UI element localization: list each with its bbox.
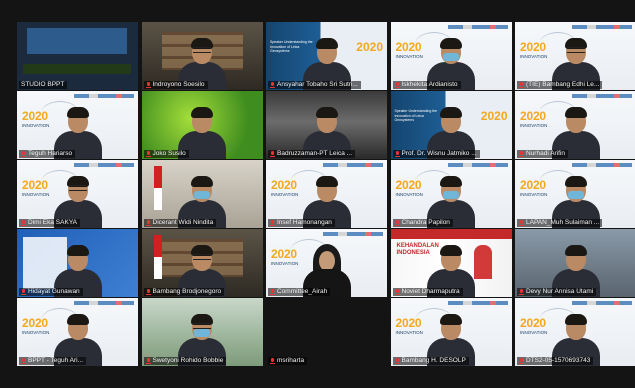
- participant-name-label: Prof. Dr. Wisnu Jatmiko ...: [392, 149, 480, 158]
- participant-name-label: Iskhekita Ardianisto: [392, 80, 461, 89]
- muted-mic-icon: [270, 219, 275, 226]
- muted-mic-icon: [519, 357, 524, 364]
- participant-tile[interactable]: 2020 INNOVATION Nurhadi Arifin: [515, 91, 635, 159]
- muted-mic-icon: [519, 81, 524, 88]
- muted-mic-icon: [519, 288, 524, 295]
- participant-tile[interactable]: Bambang Brodjonegoro: [141, 229, 263, 297]
- participant-tile[interactable]: Joko Susilo: [141, 91, 263, 159]
- participant-tile[interactable]: 2020 INNOVATION Bambang H. DESOLP: [390, 298, 512, 366]
- stage-background: [17, 22, 138, 90]
- participant-tile[interactable]: Devy Nur Annisa Utami: [515, 229, 635, 297]
- muted-mic-icon: [394, 81, 400, 88]
- muted-mic-icon: [145, 357, 151, 364]
- participant-name-label: Committee_Airah: [268, 287, 331, 296]
- participant-tile[interactable]: 2020 INNOVATION LAPAN_Muh Sulaiman ...: [515, 160, 635, 228]
- participant-name-label: Noviet Dharmaputra: [392, 287, 463, 296]
- muted-mic-icon: [145, 288, 151, 295]
- participant-tile[interactable]: STUDIO BPPT: [17, 22, 138, 90]
- muted-mic-icon: [394, 150, 400, 157]
- muted-mic-icon: [21, 357, 26, 364]
- muted-mic-icon: [519, 150, 524, 157]
- participant-tile[interactable]: Hidayat Gunawan: [17, 229, 138, 297]
- participant-tile[interactable]: Speaker Understanding the Innovation of …: [390, 91, 512, 159]
- participant-tile[interactable]: KEHANDALAN INDONESIA Noviet Dharmaputra: [390, 229, 512, 297]
- participant-tile[interactable]: Swetyoni Rohido Bobbie: [141, 298, 263, 366]
- participant-tile[interactable]: 2020 INNOVATION Chandra Papilon: [390, 160, 512, 228]
- muted-mic-icon: [270, 81, 275, 88]
- participant-name-label: Teguh Hariarso: [19, 149, 76, 158]
- participant-tile[interactable]: Indroyono Soesilo: [141, 22, 263, 90]
- participant-name-label: Dimi Eka SAKYA: [19, 218, 81, 227]
- participant-name-label: Joko Susilo: [143, 149, 189, 158]
- muted-mic-icon: [145, 150, 151, 157]
- participant-name-label: DTS2-05-1570693743: [517, 356, 594, 365]
- participant-name-label: Badruzzaman-PT Leica ...: [268, 149, 356, 158]
- participant-name-label: Ansyahar Tobaho Sri Sutri...: [268, 80, 361, 89]
- video-grid: STUDIO BPPT Indroyono Soesilo Speaker Unde…: [17, 22, 635, 366]
- participant-tile[interactable]: Badruzzaman-PT Leica ...: [266, 91, 387, 159]
- muted-mic-icon: [270, 288, 275, 295]
- participant-name-label: BPPT - Teguh Ari...: [19, 356, 87, 365]
- participant-tile[interactable]: msriharta: [266, 298, 387, 366]
- muted-mic-icon: [145, 219, 151, 226]
- participant-name-label: Indroyono Soesilo: [143, 80, 208, 89]
- participant-tile[interactable]: Dicerant Widi Nindita: [141, 160, 263, 228]
- participant-name-label: Bambang H. DESOLP: [392, 356, 469, 365]
- participant-name-label: Swetyoni Rohido Bobbie: [143, 356, 227, 365]
- participant-name-label: Hidayat Gunawan: [19, 287, 83, 296]
- participant-tile[interactable]: 2020 INNOVATION DTS2-05-1570693743: [515, 298, 635, 366]
- muted-mic-icon: [270, 357, 275, 364]
- participant-tile[interactable]: 2020 INNOVATION (TIE) Bambang Edhi Le...: [515, 22, 635, 90]
- participant-tile[interactable]: Speaker Understanding the Innovation of …: [266, 22, 387, 90]
- participant-name-label: Dicerant Widi Nindita: [143, 218, 217, 227]
- participant-name-label: (TIE) Bambang Edhi Le...: [517, 80, 603, 89]
- participant-name-label: msriharta: [268, 356, 308, 365]
- participant-tile[interactable]: 2020 INNOVATION Insef Hamonangan: [266, 160, 387, 228]
- muted-mic-icon: [394, 357, 400, 364]
- muted-mic-icon: [270, 150, 275, 157]
- muted-mic-icon: [519, 219, 524, 226]
- muted-mic-icon: [21, 288, 26, 295]
- participant-name-label: Insef Hamonangan: [268, 218, 335, 227]
- muted-mic-icon: [21, 219, 26, 226]
- participant-name-label: Devy Nur Annisa Utami: [517, 287, 597, 296]
- participant-name-label: LAPAN_Muh Sulaiman ...: [517, 218, 603, 227]
- participant-tile[interactable]: 2020 INNOVATION Teguh Hariarso: [17, 91, 138, 159]
- muted-mic-icon: [394, 219, 400, 226]
- participant-name-label: STUDIO BPPT: [19, 80, 68, 89]
- participant-name-label: Bambang Brodjonegoro: [143, 287, 225, 296]
- muted-mic-icon: [21, 150, 26, 157]
- participant-tile[interactable]: 2020 INNOVATION BPPT - Teguh Ari...: [17, 298, 138, 366]
- participant-tile[interactable]: 2020 INNOVATION Dimi Eka SAKYA: [17, 160, 138, 228]
- participant-tile[interactable]: 2020 INNOVATION Iskhekita Ardianisto: [390, 22, 512, 90]
- participant-name-label: Nurhadi Arifin: [517, 149, 569, 158]
- muted-mic-icon: [145, 81, 151, 88]
- participant-tile[interactable]: 2020 INNOVATION Committee_Airah: [266, 229, 387, 297]
- participant-name-label: Chandra Papilon: [392, 218, 453, 227]
- muted-mic-icon: [394, 288, 400, 295]
